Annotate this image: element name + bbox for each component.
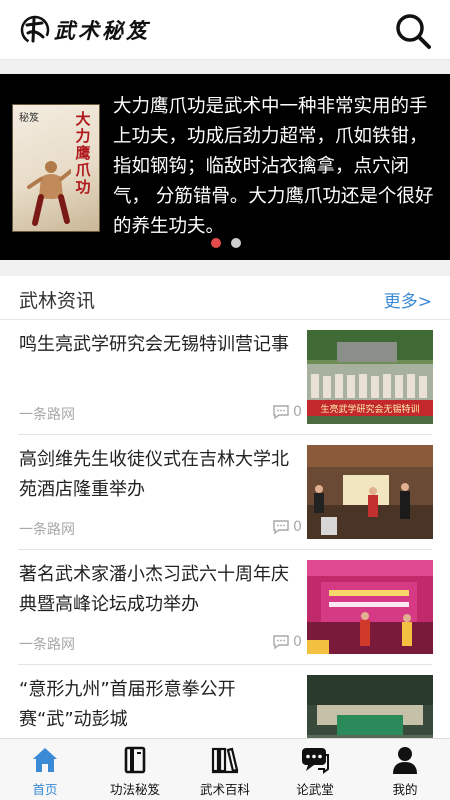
banner-carousel[interactable]: 秘笈 大力鹰爪功 大力鹰爪功是武术中一种非常实用的手上功夫，功成后劲力超常，爪如…: [0, 74, 450, 260]
news-source: 一条路网: [19, 637, 75, 653]
news-source: 一条路网: [19, 522, 75, 538]
tab-label: 我的: [392, 782, 418, 797]
carousel-dot[interactable]: [231, 238, 241, 248]
comment-icon: [273, 520, 289, 535]
news-title: “意形九州”首届形意拳公开赛“武”动彭城: [19, 679, 236, 730]
tab-profile[interactable]: 我的: [360, 739, 450, 800]
news-list-item[interactable]: 鸣生亮武学研究会无锡特训营记事 一条路网 0 生亮武学研究会无锡特训: [0, 320, 450, 435]
comment-icon: [273, 405, 289, 420]
user-icon: [393, 747, 417, 774]
news-source: 一条路网: [19, 407, 75, 423]
news-title: 高剑维先生收徒仪式在吉林大学北苑酒店隆重举办: [19, 449, 289, 500]
tab-encyclopedia[interactable]: 武术百科: [180, 739, 270, 800]
news-thumbnail[interactable]: [307, 445, 433, 539]
tab-forum[interactable]: 论武堂: [270, 739, 360, 800]
bottom-tab-bar: 首页 功法秘笈 武术百科 论武堂 我的: [0, 738, 450, 800]
book-title: 大力鹰爪功: [75, 110, 91, 196]
home-icon: [33, 748, 57, 772]
carousel-dot-active[interactable]: [211, 238, 221, 248]
comment-icon: [273, 635, 289, 650]
comment-count: 0: [293, 519, 302, 535]
news-title: 著名武术家潘小杰习武六十周年庆典暨高峰论坛成功举办: [19, 564, 289, 615]
tab-home[interactable]: 首页: [0, 739, 90, 800]
news-section-header: 武林资讯 更多>: [0, 276, 450, 320]
app-name: 武术秘笈: [54, 18, 150, 43]
news-list-item[interactable]: 高剑维先生收徒仪式在吉林大学北苑酒店隆重举办 一条路网 0: [0, 435, 450, 550]
news-thumbnail[interactable]: [307, 560, 433, 654]
tab-label: 首页: [32, 782, 58, 797]
chat-icon: [302, 748, 329, 774]
news-list-item[interactable]: 著名武术家潘小杰习武六十周年庆典暨高峰论坛成功举办 一条路网 0: [0, 550, 450, 665]
spacer: [0, 260, 450, 276]
book-subtitle: 秘笈: [19, 113, 39, 124]
news-thumbnail[interactable]: 生亮武学研究会无锡特训: [307, 330, 433, 424]
spacer: [0, 60, 450, 74]
app-header: 武术秘笈: [0, 0, 450, 60]
section-title: 武林资讯: [19, 290, 96, 312]
search-icon[interactable]: [392, 10, 434, 52]
tab-techniques[interactable]: 功法秘笈: [90, 739, 180, 800]
comment-count-box[interactable]: 0: [272, 519, 302, 535]
library-icon: [211, 747, 239, 774]
app-logo[interactable]: 武术秘笈: [18, 10, 150, 50]
comment-count: 0: [293, 404, 302, 420]
more-link[interactable]: 更多>: [384, 287, 432, 312]
carousel-indicator: [211, 238, 241, 248]
tab-label: 功法秘笈: [109, 782, 160, 797]
tab-label: 论武堂: [296, 782, 334, 797]
comment-count-box[interactable]: 0: [272, 634, 302, 650]
banner-text: 大力鹰爪功是武术中一种非常实用的手上功夫，功成后劲力超常，爪如铁钳，指如钢钩；临…: [113, 96, 434, 237]
book-icon: [124, 746, 146, 774]
thumbnail-banner-text: 生亮武学研究会无锡特训: [320, 403, 419, 415]
banner-book-cover: 秘笈 大力鹰爪功: [12, 104, 100, 232]
tab-label: 武术百科: [199, 782, 250, 797]
comment-count: 0: [293, 634, 302, 650]
martial-artist-figure: [27, 161, 71, 226]
news-title: 鸣生亮武学研究会无锡特训营记事: [19, 334, 289, 355]
comment-count-box[interactable]: 0: [272, 404, 302, 420]
logo-icon: [20, 15, 50, 45]
